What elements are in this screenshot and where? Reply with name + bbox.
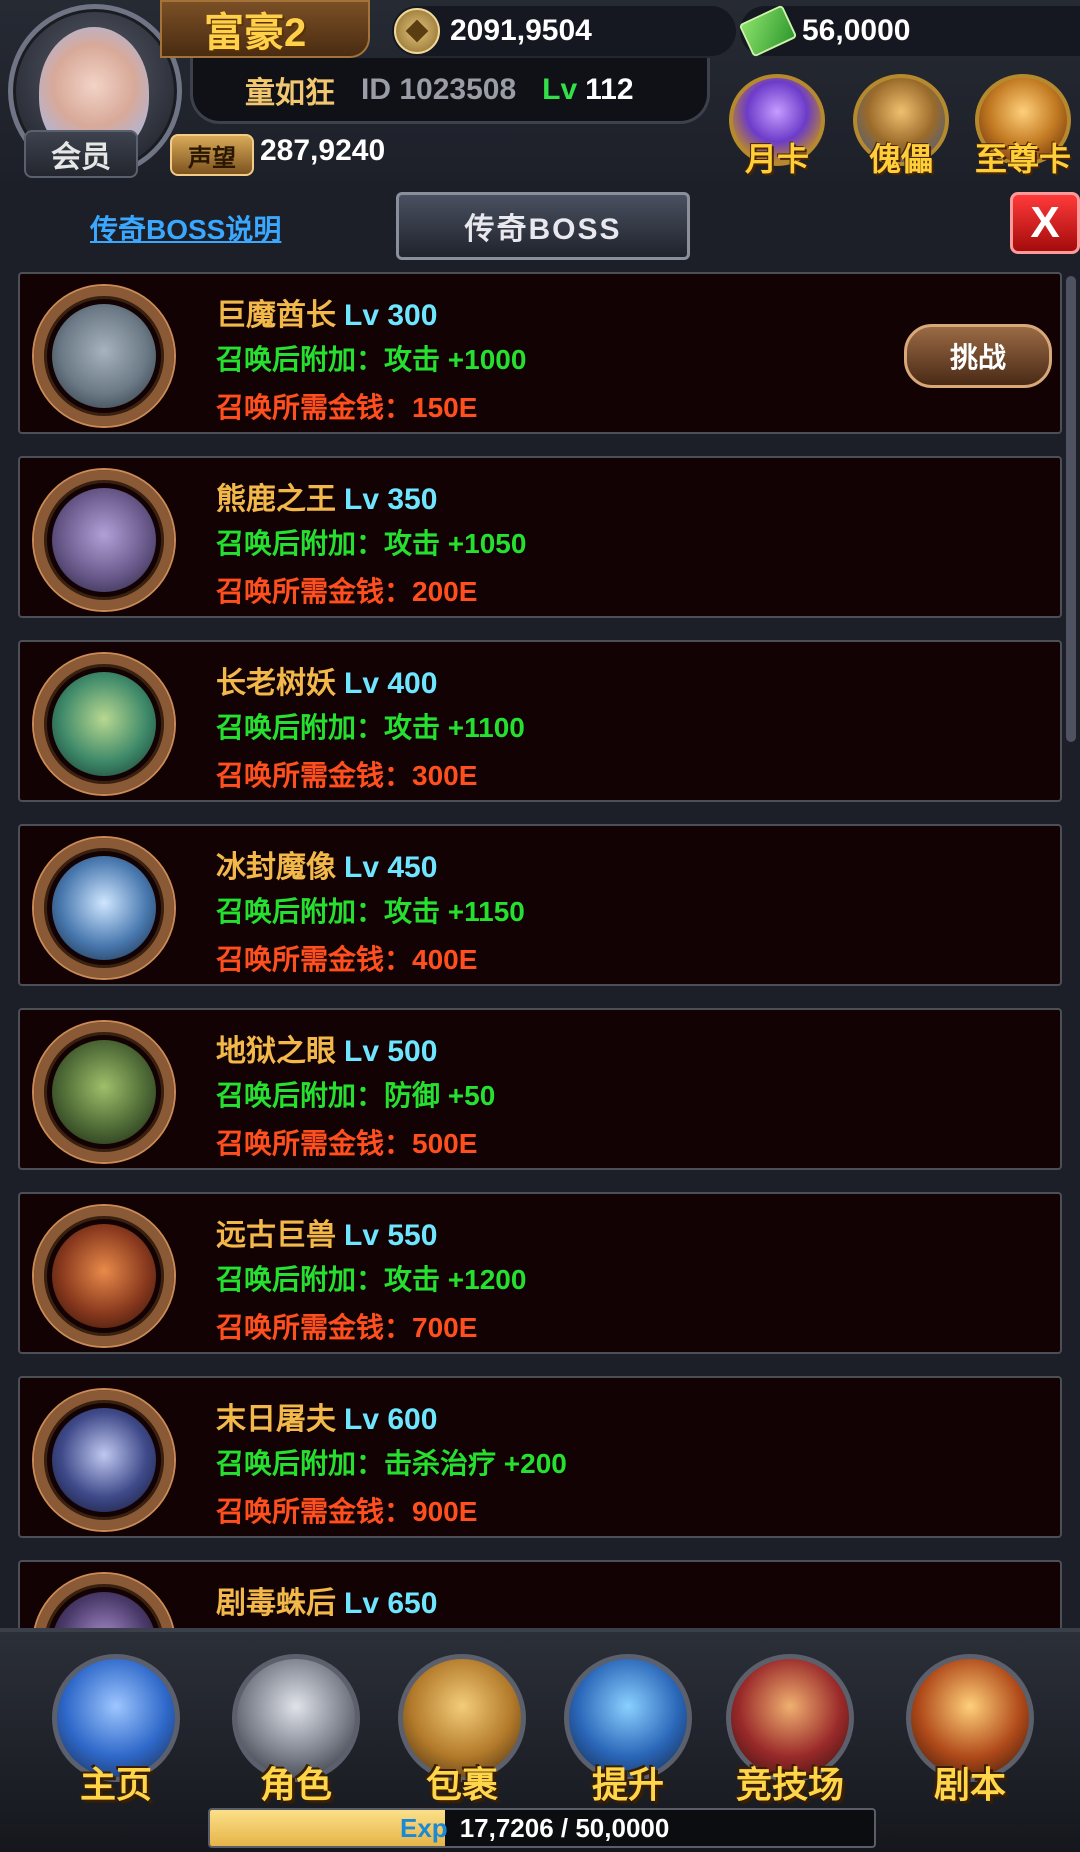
puppet-label: 傀儡: [868, 141, 933, 177]
boss-name: 剧毒蛛后 Lv 650: [216, 1587, 438, 1620]
puppet-button[interactable]: 傀儡: [846, 70, 956, 180]
boss-cost: 召唤所需金钱：500E: [216, 1128, 478, 1159]
ancient-beast-portrait: [52, 1224, 156, 1328]
boss-list[interactable]: 巨魔酋长 Lv 300 召唤后附加：攻击 +1000 召唤所需金钱：150E 挑战…: [18, 272, 1062, 1628]
month-card-button[interactable]: 月卡: [722, 70, 832, 180]
boss-cost: 召唤所需金钱：300E: [216, 760, 478, 791]
nav-bag[interactable]: 包裹: [388, 1644, 536, 1805]
nav-upgrade[interactable]: 提升: [554, 1644, 702, 1805]
nav-character[interactable]: 角色: [222, 1644, 370, 1805]
boss-portrait: [30, 468, 180, 610]
boss-name: 末日屠夫 Lv 600: [216, 1403, 438, 1436]
doom-butcher-portrait: [52, 1408, 156, 1512]
month-card-label: 月卡: [744, 141, 809, 177]
supreme-card-button[interactable]: 至尊卡: [968, 70, 1078, 180]
boss-name: 冰封魔像 Lv 450: [216, 851, 438, 884]
reputation-icon: 声望: [170, 134, 254, 176]
boss-bonus: 召唤后附加：防御 +50: [216, 1080, 496, 1111]
boss-row[interactable]: 地狱之眼 Lv 500 召唤后附加：防御 +50 召唤所需金钱：500E: [18, 1008, 1062, 1170]
rich-level-label: 富豪2: [204, 11, 307, 55]
hell-eye-portrait: [52, 1040, 156, 1144]
boss-portrait: [30, 652, 180, 794]
nav-home[interactable]: 主页: [42, 1644, 190, 1805]
boss-portrait: [30, 1572, 180, 1628]
boss-portrait: [30, 284, 180, 426]
challenge-button[interactable]: 挑战: [904, 324, 1052, 388]
gold-amount: 2091,9504: [450, 14, 592, 47]
player-info: 童如狂 ID 1023508 Lv 112: [190, 58, 710, 124]
boss-row[interactable]: 剧毒蛛后 Lv 650: [18, 1560, 1062, 1628]
boss-name: 巨魔酋长 Lv 300: [216, 299, 438, 332]
boss-level: Lv 650: [344, 1587, 438, 1620]
nav-upgrade-label: 提升: [591, 1764, 664, 1805]
boss-cost: 召唤所需金钱：200E: [216, 576, 478, 607]
exp-bar: Exp 17,7206 / 50,0000: [208, 1808, 876, 1848]
boss-row[interactable]: 巨魔酋长 Lv 300 召唤后附加：攻击 +1000 召唤所需金钱：150E 挑战: [18, 272, 1062, 434]
boss-name: 熊鹿之王 Lv 350: [216, 483, 438, 516]
rich-level-badge[interactable]: 富豪2: [160, 0, 370, 58]
boss-bonus: 召唤后附加：击杀治疗 +200: [216, 1448, 567, 1479]
boss-level: Lv 300: [344, 299, 438, 332]
boss-name: 长老树妖 Lv 400: [216, 667, 438, 700]
nav-arena-label: 竞技场: [735, 1764, 844, 1805]
cash-icon: [738, 4, 798, 58]
boss-portrait: [30, 1388, 180, 1530]
boss-portrait: [30, 1204, 180, 1346]
boss-bonus: 召唤后附加：攻击 +1200: [216, 1264, 527, 1295]
nav-dungeon-label: 剧本: [933, 1764, 1006, 1805]
close-button[interactable]: X: [1010, 192, 1080, 254]
troll-chief-portrait: [52, 304, 156, 408]
boss-row[interactable]: 远古巨兽 Lv 550 召唤后附加：攻击 +1200 召唤所需金钱：700E: [18, 1192, 1062, 1354]
boss-name: 地狱之眼 Lv 500: [216, 1035, 438, 1068]
cash-amount: 56,0000: [802, 14, 911, 47]
boss-level: Lv 500: [344, 1035, 438, 1068]
boss-bonus: 召唤后附加：攻击 +1100: [216, 712, 525, 743]
player-name: 童如狂: [245, 76, 335, 110]
reputation-value: 287,9240: [260, 134, 386, 167]
boss-row[interactable]: 熊鹿之王 Lv 350 召唤后附加：攻击 +1050 召唤所需金钱：200E: [18, 456, 1062, 618]
exp-value: 17,7206 / 50,0000: [459, 1812, 670, 1843]
level-label: Lv: [542, 72, 578, 106]
level-value: 112: [585, 72, 634, 106]
nav-arena[interactable]: 竞技场: [716, 1644, 864, 1805]
boss-name: 远古巨兽 Lv 550: [216, 1219, 438, 1252]
boss-bonus: 召唤后附加：攻击 +1000: [216, 344, 527, 375]
nav-bag-label: 包裹: [425, 1764, 498, 1805]
boss-level: Lv 550: [344, 1219, 438, 1252]
boss-level: Lv 400: [344, 667, 438, 700]
boss-row[interactable]: 末日屠夫 Lv 600 召唤后附加：击杀治疗 +200 召唤所需金钱：900E: [18, 1376, 1062, 1538]
boss-level: Lv 350: [344, 483, 438, 516]
elder-treant-portrait: [52, 672, 156, 776]
list-scrollbar[interactable]: [1066, 276, 1076, 742]
boss-cost: 召唤所需金钱：150E: [216, 392, 478, 423]
player-id: ID 1023508: [361, 72, 517, 106]
boss-portrait: [30, 1020, 180, 1162]
top-status-bar: 会员 富豪2 2091,9504 56,0000 童如狂 ID 1023508 …: [0, 0, 1080, 180]
nav-home-label: 主页: [79, 1764, 152, 1805]
gold-currency: 2091,9504: [392, 6, 736, 56]
boss-cost: 召唤所需金钱：900E: [216, 1496, 478, 1527]
exp-text: Exp 17,7206 / 50,0000: [210, 1810, 874, 1846]
boss-portrait: [30, 836, 180, 978]
boss-level: Lv 600: [344, 1403, 438, 1436]
bear-deer-king-portrait: [52, 488, 156, 592]
gold-coin-icon: [394, 8, 440, 54]
ice-golem-portrait: [52, 856, 156, 960]
boss-bonus: 召唤后附加：攻击 +1050: [216, 528, 527, 559]
page-title: 传奇BOSS: [396, 192, 690, 260]
nav-character-label: 角色: [259, 1764, 332, 1805]
boss-help-link[interactable]: 传奇BOSS说明: [90, 208, 281, 248]
boss-row[interactable]: 冰封魔像 Lv 450 召唤后附加：攻击 +1150 召唤所需金钱：400E: [18, 824, 1062, 986]
supreme-card-label: 至尊卡: [974, 141, 1071, 177]
exp-label: Exp: [400, 1812, 448, 1843]
vip-badge[interactable]: 会员: [24, 130, 138, 178]
boss-level: Lv 450: [344, 851, 438, 884]
boss-bonus: 召唤后附加：攻击 +1150: [216, 896, 525, 927]
boss-cost: 召唤所需金钱：400E: [216, 944, 478, 975]
boss-cost: 召唤所需金钱：700E: [216, 1312, 478, 1343]
nav-dungeon[interactable]: 剧本: [896, 1644, 1044, 1805]
boss-row[interactable]: 长老树妖 Lv 400 召唤后附加：攻击 +1100 召唤所需金钱：300E: [18, 640, 1062, 802]
cash-currency: 56,0000: [738, 4, 1080, 58]
